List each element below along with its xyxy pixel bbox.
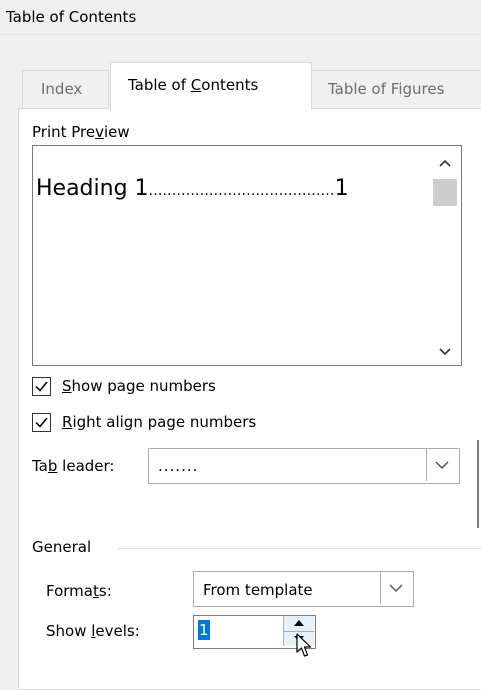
tab-toc-label: Table of Contents [128, 76, 259, 94]
formats-value: From template [203, 581, 313, 599]
general-group-line [117, 548, 481, 549]
chevron-down-icon [389, 584, 403, 593]
chevron-down-icon[interactable] [439, 345, 451, 360]
right-align-checkbox[interactable] [32, 413, 51, 432]
tab-leader-label: Tab leader: [32, 457, 115, 475]
show-levels-label: Show levels: [46, 622, 140, 640]
tab-tof-label: Table of Figures [328, 80, 445, 98]
chevron-up-icon[interactable] [439, 156, 451, 171]
dialog-title: Table of Contents [6, 8, 137, 26]
preview-heading: Heading 1 [36, 176, 149, 201]
formats-dropdown-button[interactable] [380, 572, 412, 604]
checkmark-icon [35, 381, 48, 392]
tab-index-label: Index [41, 80, 83, 98]
tab-leader-dropdown-button[interactable] [426, 449, 458, 481]
tab-index[interactable]: Index [22, 70, 109, 109]
tab-table-of-figures[interactable]: Table of Figures [310, 70, 481, 109]
checkmark-icon [35, 417, 48, 428]
arrow-cursor-icon [296, 633, 314, 663]
show-levels-value: 1 [198, 620, 210, 640]
preview-dots: ........................................ [148, 183, 335, 199]
formats-label: Formats: [46, 582, 112, 600]
right-align-label[interactable]: Right align page numbers [62, 413, 256, 431]
preview-heading-line: Heading 1...............................… [36, 176, 349, 201]
tab-leader-value: ....... [158, 457, 199, 475]
general-group-label: General [32, 538, 92, 556]
triangle-up-icon [294, 620, 304, 626]
chevron-down-icon [435, 461, 449, 470]
show-page-numbers-label[interactable]: Show page numbers [62, 377, 216, 395]
spin-up-button[interactable] [284, 616, 314, 632]
show-page-numbers-checkbox[interactable] [32, 377, 51, 396]
print-preview-label: Print Preview [32, 123, 130, 141]
tab-table-of-contents[interactable]: Table of Contents [110, 62, 312, 110]
preview-scroll-thumb[interactable] [433, 179, 457, 206]
dialog-scrollbar[interactable] [477, 440, 479, 528]
title-separator [0, 34, 481, 35]
preview-page-number: 1 [334, 176, 349, 201]
